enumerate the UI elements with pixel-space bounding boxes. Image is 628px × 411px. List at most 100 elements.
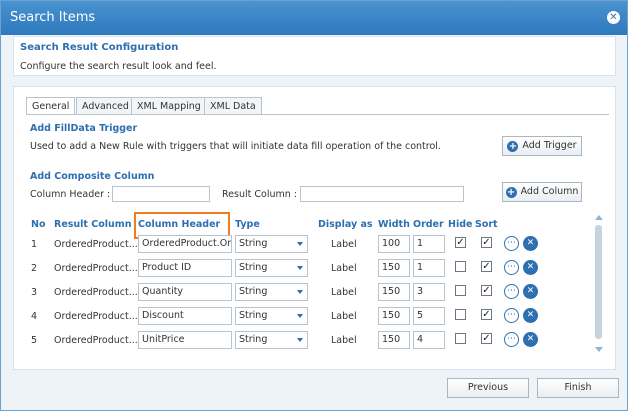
row-display-as: Label [331, 239, 357, 250]
search-items-dialog: Search Items ✕ Search Result Configurati… [0, 0, 628, 411]
row-column-header-input[interactable]: Quantity [138, 283, 232, 301]
chevron-down-icon [297, 290, 303, 294]
result-column-input[interactable] [300, 186, 464, 202]
composite-heading: Add Composite Column [30, 171, 155, 182]
row-no: 3 [31, 287, 38, 298]
chevron-down-icon [297, 338, 303, 342]
more-options-icon[interactable]: ⋯ [504, 284, 519, 299]
tools-icon[interactable]: ✕ [523, 332, 538, 347]
row-result-column: OrderedProduct... [54, 239, 138, 250]
row-type-select[interactable]: String [235, 235, 308, 253]
column-header-label: Column Header : [30, 189, 111, 200]
row-order-input[interactable]: 3 [413, 283, 445, 301]
row-sort-checkbox[interactable]: ✓ [481, 261, 492, 272]
header-width: Width [378, 219, 410, 230]
row-column-header-input[interactable]: OrderedProduct.Or [138, 235, 232, 253]
header-column-header: Column Header [138, 219, 221, 230]
plus-circle-icon: + [507, 141, 519, 152]
row-result-column: OrderedProduct... [54, 335, 138, 346]
row-no: 5 [31, 335, 38, 346]
filldata-description: Used to add a New Rule with triggers tha… [30, 141, 441, 152]
tab-advanced[interactable]: Advanced [76, 97, 135, 115]
scroll-thumb[interactable] [595, 225, 602, 339]
finish-button[interactable]: Finish [537, 378, 619, 398]
tools-icon[interactable]: ✕ [523, 260, 538, 275]
chevron-down-icon [297, 266, 303, 270]
row-type-select[interactable]: String [235, 307, 308, 325]
more-options-icon[interactable]: ⋯ [504, 260, 519, 275]
header-type: Type [235, 219, 260, 230]
tab-xml-data[interactable]: XML Data [204, 97, 262, 115]
row-column-header-input[interactable]: Product ID [138, 259, 232, 277]
row-width-input[interactable]: 150 [378, 259, 410, 277]
row-display-as: Label [331, 263, 357, 274]
row-display-as: Label [331, 287, 357, 298]
more-options-icon[interactable]: ⋯ [504, 308, 519, 323]
row-no: 2 [31, 263, 38, 274]
plus-circle-icon: + [505, 187, 517, 198]
row-result-column: OrderedProduct... [54, 263, 138, 274]
row-sort-checkbox[interactable]: ✓ [481, 333, 492, 344]
tab-xml-mapping[interactable]: XML Mapping [131, 97, 207, 115]
table-row: 5 OrderedProduct... UnitPrice String Lab… [14, 330, 594, 354]
row-width-input[interactable]: 100 [378, 235, 410, 253]
table-row: 3 OrderedProduct... Quantity String Labe… [14, 282, 594, 306]
row-column-header-input[interactable]: Discount [138, 307, 232, 325]
tools-icon[interactable]: ✕ [523, 308, 538, 323]
row-order-input[interactable]: 1 [413, 259, 445, 277]
add-trigger-button[interactable]: + Add Trigger [502, 136, 582, 156]
tab-general[interactable]: General [26, 97, 76, 115]
chevron-down-icon [297, 314, 303, 318]
row-hide-checkbox[interactable] [455, 333, 466, 344]
row-width-input[interactable]: 150 [378, 283, 410, 301]
tools-icon[interactable]: ✕ [523, 284, 538, 299]
row-order-input[interactable]: 4 [413, 331, 445, 349]
add-column-label: Add Column [520, 186, 579, 197]
previous-button[interactable]: Previous [447, 378, 529, 398]
row-type-select[interactable]: String [235, 259, 308, 277]
table-row: 4 OrderedProduct... Discount String Labe… [14, 306, 594, 330]
table-row: 1 OrderedProduct... OrderedProduct.Or St… [14, 234, 594, 258]
grid-scrollbar[interactable] [594, 215, 603, 355]
row-type-value: String [239, 238, 268, 249]
scroll-up-icon[interactable] [595, 215, 603, 220]
row-type-select[interactable]: String [235, 283, 308, 301]
row-no: 4 [31, 311, 38, 322]
row-width-input[interactable]: 150 [378, 307, 410, 325]
row-hide-checkbox[interactable] [455, 261, 466, 272]
close-icon[interactable]: ✕ [607, 11, 620, 24]
row-result-column: OrderedProduct... [54, 311, 138, 322]
row-no: 1 [31, 239, 38, 250]
row-order-input[interactable]: 5 [413, 307, 445, 325]
dialog-titlebar[interactable]: Search Items ✕ [1, 1, 627, 35]
row-display-as: Label [331, 335, 357, 346]
chevron-down-icon [297, 242, 303, 246]
column-header-input[interactable] [112, 186, 210, 202]
row-type-value: String [239, 334, 268, 345]
row-sort-checkbox[interactable]: ✓ [481, 237, 492, 248]
row-display-as: Label [331, 311, 357, 322]
more-options-icon[interactable]: ⋯ [504, 236, 519, 251]
result-column-label: Result Column : [222, 189, 297, 200]
row-type-value: String [239, 286, 268, 297]
config-heading: Search Result Configuration [20, 42, 179, 53]
filldata-heading: Add FillData Trigger [30, 123, 138, 134]
row-column-header-input[interactable]: UnitPrice [138, 331, 232, 349]
add-trigger-label: Add Trigger [522, 140, 577, 151]
row-hide-checkbox[interactable] [455, 309, 466, 320]
row-hide-checkbox[interactable]: ✓ [455, 237, 466, 248]
row-order-input[interactable]: 1 [413, 235, 445, 253]
tab-divider [26, 114, 609, 115]
row-sort-checkbox[interactable]: ✓ [481, 309, 492, 320]
row-sort-checkbox[interactable]: ✓ [481, 285, 492, 296]
row-hide-checkbox[interactable] [455, 285, 466, 296]
add-column-button[interactable]: + Add Column [502, 182, 582, 202]
content-panel: General Advanced XML Mapping XML Data Ad… [13, 86, 616, 370]
config-panel: Search Result Configuration Configure th… [13, 36, 616, 76]
more-options-icon[interactable]: ⋯ [504, 332, 519, 347]
row-result-column: OrderedProduct... [54, 287, 138, 298]
tools-icon[interactable]: ✕ [523, 236, 538, 251]
scroll-down-icon[interactable] [595, 347, 603, 352]
row-type-select[interactable]: String [235, 331, 308, 349]
row-width-input[interactable]: 150 [378, 331, 410, 349]
